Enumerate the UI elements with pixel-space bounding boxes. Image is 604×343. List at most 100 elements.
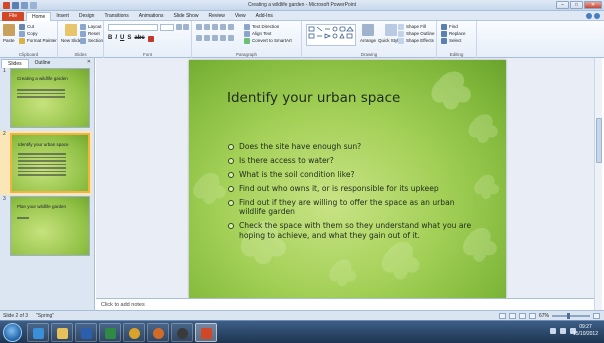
- shape-effects-button[interactable]: Shape Effects: [398, 37, 435, 44]
- italic-button[interactable]: I: [115, 35, 117, 42]
- bullet-icon: [228, 185, 234, 192]
- shape-outline-button[interactable]: Shape Outline: [398, 30, 435, 37]
- fit-to-window-button[interactable]: [593, 313, 600, 319]
- slides-panel: Slides Outline ✕ 1 Creating a wildlife g…: [0, 58, 95, 310]
- powerpoint-taskbar-icon[interactable]: [195, 323, 217, 342]
- zoom-slider[interactable]: [552, 313, 590, 319]
- tray-arrow-icon[interactable]: [550, 328, 556, 334]
- section-button[interactable]: Section: [80, 37, 103, 44]
- paste-button[interactable]: Paste: [3, 24, 15, 44]
- shapes-gallery-icons: [308, 26, 354, 39]
- reset-button[interactable]: Reset: [80, 30, 103, 37]
- convert-smartart-button[interactable]: Convert to SmartArt: [244, 37, 292, 44]
- slide-title[interactable]: Identify your urban space: [227, 90, 400, 106]
- close-button[interactable]: ✕: [584, 1, 602, 9]
- bold-button[interactable]: B: [108, 35, 112, 42]
- strikethrough-button[interactable]: abc: [134, 35, 144, 42]
- underline-button[interactable]: U: [120, 35, 124, 42]
- excel-taskbar-icon[interactable]: [99, 323, 121, 342]
- font-size-dropdown[interactable]: [160, 24, 174, 31]
- title-bar: Creating a wildlife garden - Microsoft P…: [0, 0, 604, 11]
- word-taskbar-icon[interactable]: [75, 323, 97, 342]
- minimize-button[interactable]: –: [556, 1, 569, 9]
- replace-button[interactable]: Replace: [441, 30, 466, 37]
- zoom-slider-knob[interactable]: [567, 313, 570, 319]
- file-explorer-taskbar-icon[interactable]: [51, 323, 73, 342]
- slide-show-view-button[interactable]: [528, 313, 536, 319]
- new-slide-button[interactable]: New Slide: [61, 24, 81, 44]
- shrink-font-icon[interactable]: [183, 24, 189, 30]
- vertical-scrollbar[interactable]: [594, 58, 602, 310]
- layout-icon: [80, 23, 86, 30]
- slide-bullet-list[interactable]: Does the site have enough sun? Is there …: [227, 142, 477, 245]
- bullet-item: Is there access to water?: [227, 156, 477, 166]
- format-painter-button[interactable]: Format Painter: [19, 37, 57, 44]
- maximize-button[interactable]: □: [570, 1, 583, 9]
- reset-icon: [80, 30, 86, 37]
- slide-thumbnail-3[interactable]: 3 Plan your wildlife garden: [0, 196, 92, 260]
- internet-explorer-taskbar-icon[interactable]: [27, 323, 49, 342]
- new-slide-icon: [65, 24, 78, 36]
- thumbnail-title: Identify your urban space: [18, 142, 69, 147]
- shape-fill-icon: [398, 23, 404, 30]
- shape-fill-label: Shape Fill: [406, 24, 427, 29]
- shapes-gallery[interactable]: [306, 24, 356, 46]
- arrange-button[interactable]: Arrange: [360, 24, 376, 44]
- start-button[interactable]: [3, 323, 22, 342]
- tab-outline[interactable]: Outline: [29, 59, 57, 68]
- file-tab[interactable]: File: [2, 12, 24, 21]
- cut-button[interactable]: Cut: [19, 23, 57, 30]
- taskbar-clock[interactable]: 09:27 15/10/2012: [573, 324, 598, 338]
- shadow-button[interactable]: S: [127, 35, 131, 42]
- chrome-taskbar-icon[interactable]: [123, 323, 145, 342]
- bullet-text: Check the space with them so they unders…: [239, 221, 472, 240]
- zoom-level[interactable]: 67%: [539, 313, 549, 319]
- select-button[interactable]: Select: [441, 37, 466, 44]
- bullet-icon: [228, 223, 234, 230]
- numbering-icon[interactable]: [204, 24, 210, 30]
- find-button[interactable]: Find: [441, 23, 466, 30]
- current-slide[interactable]: Identify your urban space Does the site …: [189, 60, 506, 298]
- font-name-dropdown[interactable]: [108, 24, 158, 31]
- text-direction-button[interactable]: Text Direction: [244, 23, 292, 30]
- reading-view-button[interactable]: [518, 313, 526, 319]
- bullet-icon: [228, 144, 234, 150]
- section-icon: [80, 37, 86, 44]
- line-spacing-icon[interactable]: [228, 24, 234, 30]
- align-right-icon[interactable]: [212, 35, 218, 41]
- smartart-icon: [244, 37, 250, 44]
- layout-label: Layout: [88, 24, 102, 29]
- notes-pane[interactable]: Click to add notes: [96, 298, 594, 310]
- align-left-icon[interactable]: [196, 35, 202, 41]
- help-icon[interactable]: [594, 13, 600, 19]
- brush-icon: [19, 37, 25, 44]
- cut-label: Cut: [27, 24, 35, 29]
- increase-indent-icon[interactable]: [220, 24, 226, 30]
- font-color-icon[interactable]: [147, 36, 154, 42]
- layout-button[interactable]: Layout: [80, 23, 103, 30]
- bullets-icon[interactable]: [196, 24, 202, 30]
- media-player-taskbar-icon[interactable]: [171, 323, 193, 342]
- align-text-button[interactable]: Align Text: [244, 30, 292, 37]
- decrease-indent-icon[interactable]: [212, 24, 218, 30]
- close-panel-icon[interactable]: ✕: [87, 59, 91, 65]
- minimize-ribbon-icon[interactable]: [586, 13, 592, 19]
- slide-thumbnail-1[interactable]: 1 Creating a wildlife garden: [0, 68, 92, 132]
- section-label: Section: [88, 38, 104, 43]
- grow-font-icon[interactable]: [176, 24, 182, 30]
- justify-icon[interactable]: [220, 35, 226, 41]
- slide-sorter-view-button[interactable]: [508, 313, 516, 319]
- new-slide-label: New Slide: [61, 38, 82, 43]
- normal-view-button[interactable]: [498, 313, 506, 319]
- slides-group-label: Slides: [74, 52, 87, 57]
- shape-fill-button[interactable]: Shape Fill: [398, 23, 435, 30]
- slide-thumbnail-2[interactable]: 2 Identify your urban space: [0, 131, 92, 195]
- bullet-text: Find out if they are willing to offer th…: [239, 197, 455, 217]
- columns-icon[interactable]: [228, 35, 234, 41]
- tab-slides[interactable]: Slides: [1, 59, 29, 68]
- network-icon[interactable]: [560, 328, 566, 334]
- scrollbar-thumb[interactable]: [596, 118, 602, 163]
- firefox-taskbar-icon[interactable]: [147, 323, 169, 342]
- copy-button[interactable]: Copy: [19, 30, 57, 37]
- align-center-icon[interactable]: [204, 35, 210, 41]
